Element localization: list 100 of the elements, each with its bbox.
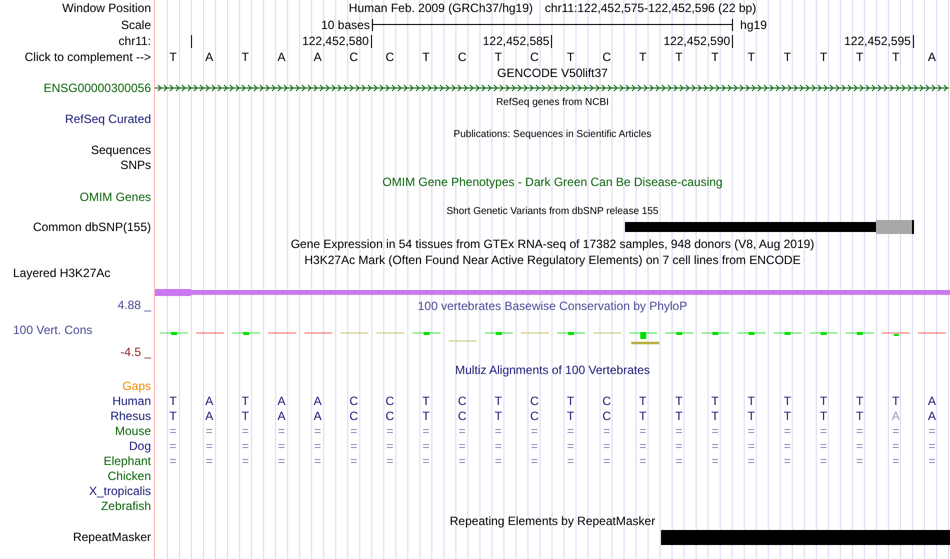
- alignment-base: =: [458, 440, 467, 452]
- base-letter: C: [529, 51, 540, 63]
- track-label[interactable]: RepeatMasker: [72, 531, 151, 543]
- alignment-base: T: [782, 394, 792, 406]
- alignment-base: A: [926, 394, 937, 406]
- base-letter: T: [818, 51, 828, 63]
- species-label: Dog: [128, 440, 151, 452]
- species-label: X_tropicalis: [88, 484, 151, 496]
- alignment-base: =: [566, 424, 576, 436]
- alignment-base: =: [168, 454, 178, 466]
- alignment-base: C: [348, 394, 360, 406]
- gene-label[interactable]: ENSG00000300056: [44, 82, 151, 94]
- alignment-base: C: [456, 410, 468, 422]
- base-letter: C: [601, 51, 612, 63]
- track-title: RefSeq genes from NCBI: [496, 98, 609, 108]
- alignment-base: A: [204, 410, 214, 422]
- alignment-base: =: [782, 454, 792, 466]
- alignment-base: =: [276, 454, 286, 466]
- alignment-base: A: [926, 410, 937, 422]
- track-label: Scale: [120, 18, 151, 30]
- alignment-base: =: [746, 454, 756, 466]
- base-letter: T: [891, 51, 900, 63]
- alignment-base: T: [566, 410, 576, 422]
- alignment-base: =: [494, 440, 503, 452]
- base-letter: C: [384, 51, 396, 63]
- alignment-base: =: [927, 454, 936, 466]
- ruler-label: 122,452,595: [844, 35, 911, 47]
- alignment-base: T: [674, 394, 684, 406]
- alignment-base: A: [312, 394, 323, 406]
- alignment-base: T: [710, 410, 720, 422]
- alignment-base: A: [204, 394, 214, 406]
- alignment-base: =: [710, 454, 720, 466]
- base-letter: T: [674, 51, 684, 63]
- alignment-base: =: [855, 424, 864, 436]
- ruler-tick: [191, 34, 192, 48]
- alignment-base: =: [349, 454, 358, 466]
- alignment-base: T: [638, 394, 648, 406]
- track-label[interactable]: 100 Vert. Cons: [0, 324, 151, 336]
- alignment-base: =: [385, 424, 394, 436]
- alignment-base: =: [638, 424, 648, 436]
- base-letter: A: [926, 51, 937, 63]
- alignment-base: =: [349, 424, 358, 436]
- repeat-bar[interactable]: [660, 530, 950, 544]
- ruler-tick: [551, 34, 552, 48]
- base-letter: T: [638, 51, 648, 63]
- alignment-base: =: [204, 424, 214, 436]
- alignment-base: A: [276, 394, 286, 406]
- alignment-base: T: [746, 410, 756, 422]
- alignment-base: =: [458, 454, 467, 466]
- alignment-base: T: [891, 394, 900, 406]
- alignment-base: T: [782, 410, 792, 422]
- track-title: OMIM Gene Phenotypes - Dark Green Can Be Disease-causing: [382, 176, 723, 188]
- track-label[interactable]: SNPs: [120, 159, 151, 171]
- alignment-base: T: [854, 410, 864, 422]
- alignment-base: =: [494, 424, 503, 436]
- alignment-base: =: [458, 424, 467, 436]
- alignment-base: =: [240, 454, 250, 466]
- alignment-base: =: [927, 440, 936, 452]
- alignment-base: =: [602, 440, 612, 452]
- track-label[interactable]: Common dbSNP(155): [32, 221, 151, 233]
- complement-link[interactable]: Click to complement -->: [24, 51, 151, 63]
- track-label[interactable]: OMIM Genes: [80, 191, 151, 203]
- alignment-base: =: [240, 424, 250, 436]
- alignment-base: =: [422, 454, 431, 466]
- alignment-base: =: [204, 440, 214, 452]
- track-title: Short Genetic Variants from dbSNP release 155: [446, 206, 658, 216]
- alignment-base: T: [421, 394, 431, 406]
- base-letter: T: [494, 51, 503, 63]
- alignment-base: T: [818, 410, 828, 422]
- alignment-base: =: [746, 440, 756, 452]
- assembly-text: Human Feb. 2009 (GRCh37/hg19): [348, 2, 533, 14]
- alignment-base: T: [746, 394, 756, 406]
- alignment-base: =: [204, 454, 214, 466]
- alignment-base: T: [674, 410, 684, 422]
- alignment-base: =: [710, 440, 720, 452]
- alignment-base: T: [818, 394, 828, 406]
- track-title: Gene Expression in 54 tissues from GTEx RNA-seq of 17382 samples, 948 donors (V8, Aug 2019): [290, 238, 814, 250]
- alignment-base: C: [529, 410, 540, 422]
- alignment-base: =: [746, 424, 756, 436]
- track-title: H3K27Ac Mark (Often Found Near Active Regulatory Elements) on 7 cell lines from ENCODE: [304, 254, 801, 266]
- variant-bar-drawing[interactable]: [624, 220, 914, 234]
- track-label[interactable]: Sequences: [90, 144, 151, 156]
- alignment-base: A: [890, 410, 901, 422]
- track-label[interactable]: RefSeq Curated: [64, 112, 151, 124]
- base-letter: T: [421, 51, 431, 63]
- alignment-base: =: [927, 424, 936, 436]
- alignment-base: =: [819, 454, 828, 466]
- track-title: GENCODE V50lift37: [497, 66, 608, 78]
- species-label: Mouse: [114, 424, 151, 436]
- alignment-base: =: [674, 440, 684, 452]
- alignment-base: =: [638, 454, 648, 466]
- alignment-base: T: [168, 394, 178, 406]
- alignment-base: =: [674, 454, 684, 466]
- alignment-base: =: [891, 440, 900, 452]
- alignment-base: =: [855, 440, 864, 452]
- ruler-label: 122,452,590: [663, 35, 730, 47]
- base-letter: T: [240, 51, 250, 63]
- alignment-base: =: [638, 440, 648, 452]
- base-letter: C: [348, 51, 360, 63]
- track-label[interactable]: Layered H3K27Ac: [13, 267, 110, 279]
